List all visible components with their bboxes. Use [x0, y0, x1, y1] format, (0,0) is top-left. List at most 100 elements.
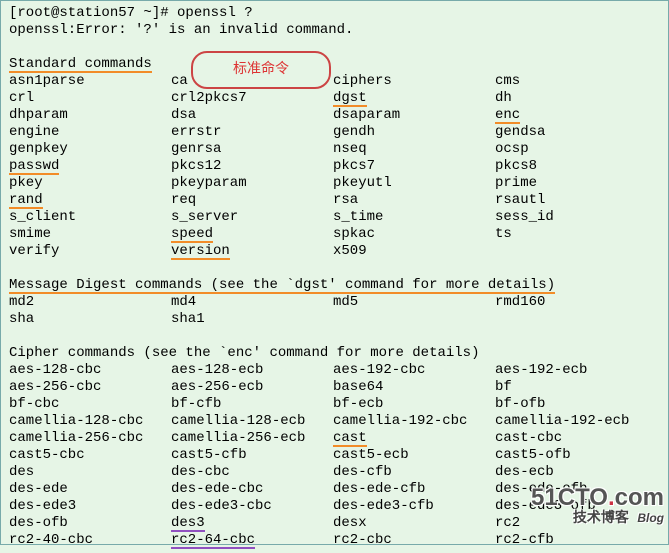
command-cell: des-ofb	[9, 515, 171, 532]
command-cell: des-ede	[9, 481, 171, 498]
command-aes-256-cbc: aes-256-cbc	[9, 379, 101, 395]
command-md4: md4	[171, 294, 196, 310]
command-row: engineerrstrgendhgendsa	[9, 124, 660, 141]
command-cell: pkcs12	[171, 158, 333, 175]
command-crl: crl	[9, 90, 34, 106]
command-errstr: errstr	[171, 124, 221, 140]
command-cell: gendsa	[495, 124, 657, 141]
command-camellia-192-cbc: camellia-192-cbc	[333, 413, 467, 429]
section-header: Cipher commands (see the `enc' command f…	[9, 345, 660, 362]
command-row: aes-256-cbc aes-256-ecb base64bf	[9, 379, 660, 396]
watermark-suffix: com	[615, 484, 664, 511]
watermark-sub1: 技术博客	[573, 509, 629, 525]
command-cell: md4	[171, 294, 333, 311]
command-row: genpkeygenrsanseqocsp	[9, 141, 660, 158]
command-crl2pkcs7: crl2pkcs7	[171, 90, 247, 106]
command-genpkey: genpkey	[9, 141, 68, 157]
command-row: cast5-cbc cast5-cfb cast5-ecb cast5-ofb	[9, 447, 660, 464]
command-cell: rand	[9, 192, 171, 209]
command-row: dhparamdsadsaparamenc	[9, 107, 660, 124]
command-cell: camellia-192-ecb	[495, 413, 657, 430]
command-dgst: dgst	[333, 91, 367, 107]
terminal-line	[9, 260, 660, 277]
command-cell: ts	[495, 226, 657, 243]
command-des-cfb: des-cfb	[333, 464, 392, 480]
command-cell: base64	[333, 379, 495, 396]
command-cast5-ecb: cast5-ecb	[333, 447, 409, 463]
command-cell: ocsp	[495, 141, 657, 158]
terminal-line: openssl:Error: '?' is an invalid command…	[9, 22, 660, 39]
command-cell: genpkey	[9, 141, 171, 158]
command-camellia-256-ecb: camellia-256-ecb	[171, 430, 305, 446]
command-des-ede: des-ede	[9, 481, 68, 497]
shell-command: openssl ?	[177, 5, 253, 21]
command-aes-256-ecb: aes-256-ecb	[171, 379, 263, 395]
command-cell: aes-256-ecb	[171, 379, 333, 396]
section-header-text: Standard commands	[9, 57, 152, 73]
command-cell: bf-ecb	[333, 396, 495, 413]
command-cell: speed	[171, 226, 333, 243]
command-cell: bf	[495, 379, 657, 396]
command-des3: des3	[171, 516, 205, 532]
command-cell: desx	[333, 515, 495, 532]
command-cell: pkey	[9, 175, 171, 192]
command-rc2-40-cbc: rc2-40-cbc	[9, 532, 93, 548]
terminal-output: [root@station57 ~]# openssl ?openssl:Err…	[1, 1, 668, 553]
command-s_server: s_server	[171, 209, 238, 225]
command-cell: cast5-ofb	[495, 447, 657, 464]
command-cast5-cfb: cast5-cfb	[171, 447, 247, 463]
command-dh: dh	[495, 90, 512, 106]
command-cast5-ofb: cast5-ofb	[495, 447, 571, 463]
command-des-ede3-cbc: des-ede3-cbc	[171, 498, 272, 514]
command-camellia-128-ecb: camellia-128-ecb	[171, 413, 305, 429]
command-cell: pkeyparam	[171, 175, 333, 192]
command-speed: speed	[171, 227, 213, 243]
command-rc2: rc2	[495, 515, 520, 531]
command-cell: rc2-cbc	[333, 532, 495, 549]
command-cell: dsaparam	[333, 107, 495, 124]
command-row: verifyversionx509	[9, 243, 660, 260]
command-smime: smime	[9, 226, 51, 242]
command-rc2-64-cbc: rc2-64-cbc	[171, 533, 255, 549]
terminal-line	[9, 328, 660, 345]
command-des-ede3-cfb: des-ede3-cfb	[333, 498, 434, 514]
command-s_client: s_client	[9, 209, 76, 225]
section-header: Standard commands	[9, 56, 660, 73]
command-ciphers: ciphers	[333, 73, 392, 89]
command-row: randreqrsarsautl	[9, 192, 660, 209]
command-des: des	[9, 464, 34, 480]
section-header: Message Digest commands (see the `dgst' …	[9, 277, 660, 294]
command-cell: asn1parse	[9, 73, 171, 90]
command-row: passwdpkcs12pkcs7pkcs8	[9, 158, 660, 175]
command-bf-cbc: bf-cbc	[9, 396, 59, 412]
command-cell: camellia-256-cbc	[9, 430, 171, 447]
command-desx: desx	[333, 515, 367, 531]
command-row: s_clients_servers_timesess_id	[9, 209, 660, 226]
command-cell: dsa	[171, 107, 333, 124]
command-cell: pkeyutl	[333, 175, 495, 192]
watermark-dot: .	[608, 484, 615, 511]
command-gendh: gendh	[333, 124, 375, 140]
command-cell: md5	[333, 294, 495, 311]
command-cell: des-ede3-cbc	[171, 498, 333, 515]
command-pkcs8: pkcs8	[495, 158, 537, 174]
command-des-ecb: des-ecb	[495, 464, 554, 480]
command-cell: sess_id	[495, 209, 657, 226]
command-cell: des-cbc	[171, 464, 333, 481]
command-gendsa: gendsa	[495, 124, 545, 140]
command-des-cbc: des-cbc	[171, 464, 230, 480]
command-req: req	[171, 192, 196, 208]
command-camellia-192-ecb: camellia-192-ecb	[495, 413, 629, 429]
command-cell: dgst	[333, 90, 495, 107]
command-des-ede3: des-ede3	[9, 498, 76, 514]
command-cell: dhparam	[9, 107, 171, 124]
command-cast5-cbc: cast5-cbc	[9, 447, 85, 463]
command-cell: cms	[495, 73, 657, 90]
command-nseq: nseq	[333, 141, 367, 157]
command-cell: md2	[9, 294, 171, 311]
command-row: bf-cbcbf-cfbbf-ecbbf-ofb	[9, 396, 660, 413]
command-cell: x509	[333, 243, 495, 260]
command-cell: crl2pkcs7	[171, 90, 333, 107]
command-row: camellia-128-cbccamellia-128-ecbcamellia…	[9, 413, 660, 430]
command-cell: sha1	[171, 311, 333, 328]
